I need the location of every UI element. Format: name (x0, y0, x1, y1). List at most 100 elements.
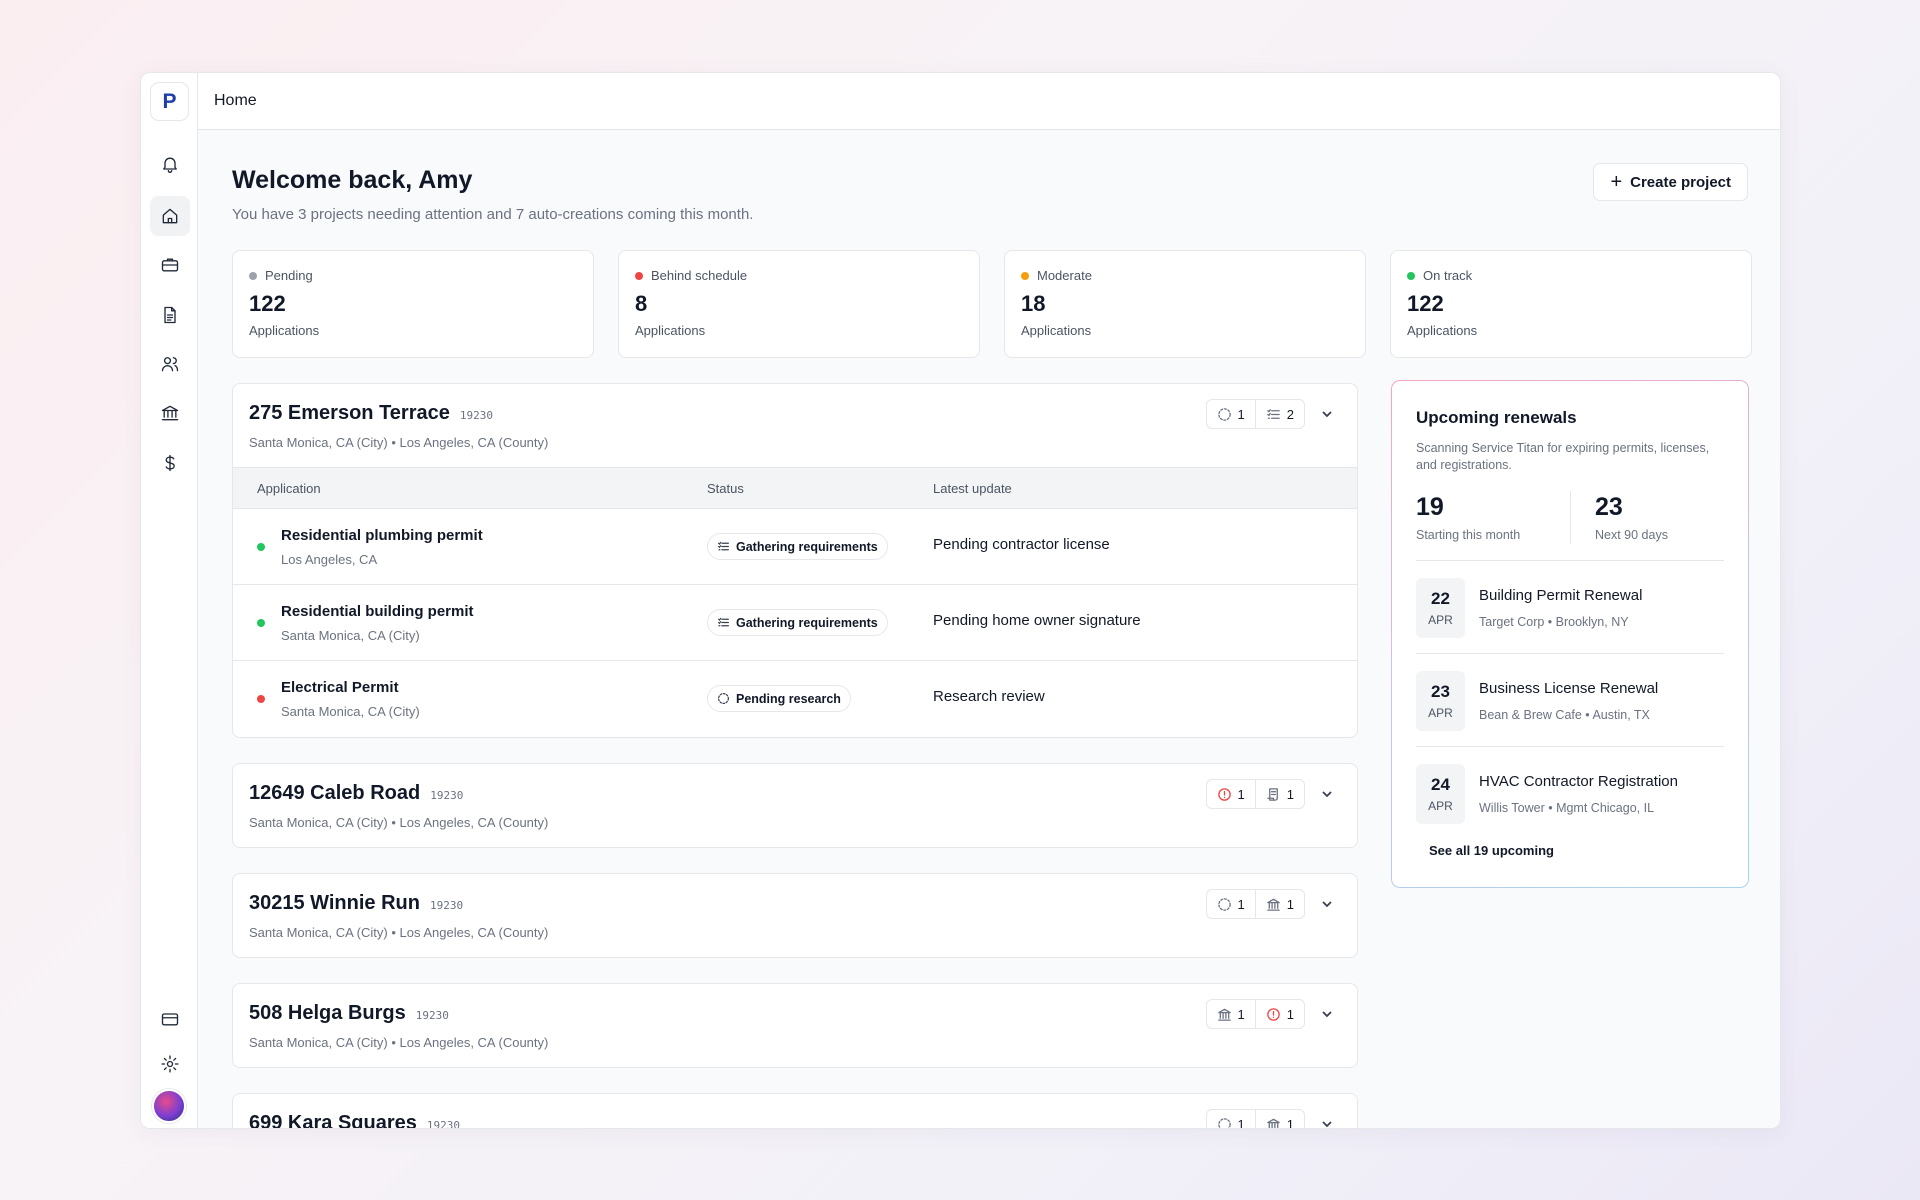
application-location: Los Angeles, CA (281, 552, 378, 567)
project-badge[interactable]: 1 (1207, 400, 1255, 428)
project-code: 19230 (459, 409, 493, 422)
table-row[interactable]: Residential plumbing permit Los Angeles, … (233, 509, 1357, 585)
home-icon[interactable] (150, 196, 190, 236)
divider (1416, 653, 1724, 654)
pending-circle-icon (1217, 407, 1231, 421)
divider (1570, 491, 1571, 544)
bank-icon (1266, 898, 1280, 911)
pending-circle-icon (1217, 897, 1231, 911)
project-badge[interactable]: 1 (1207, 1000, 1255, 1028)
renewal-item[interactable]: 22 APR Building Permit Renewal Target Corp … (1416, 578, 1724, 638)
project-location: Santa Monica, CA (City) • Los Angeles, C… (249, 1035, 549, 1050)
stat-value: 18 (1021, 291, 1046, 316)
column-header-status: Status (707, 481, 744, 496)
project-header[interactable]: 12649 Caleb Road 19230 Santa Monica, CA (C… (233, 764, 1357, 847)
project-location: Santa Monica, CA (City) • Los Angeles, C… (249, 815, 549, 830)
gear-icon[interactable] (150, 1044, 190, 1084)
project-badge[interactable]: 1 (1207, 780, 1255, 808)
status-badge: Gathering requirements (707, 609, 888, 636)
stat-label: Moderate (1021, 268, 1349, 283)
table-row[interactable]: Residential building permit Santa Monica,… (233, 585, 1357, 661)
application-location: Santa Monica, CA (City) (281, 628, 420, 643)
project-name: 699 Kara Squares (249, 1112, 417, 1129)
renewal-title: Business License Renewal (1479, 680, 1659, 697)
project-badge[interactable]: 1 (1254, 780, 1304, 808)
status-dot (257, 619, 265, 627)
chevron-down-icon[interactable] (1317, 784, 1337, 804)
stat-card[interactable]: Moderate 18 Applications (1004, 250, 1366, 358)
status-badge: Gathering requirements (707, 533, 888, 560)
project-badge[interactable]: 1 (1254, 890, 1304, 918)
dollar-icon[interactable] (150, 443, 190, 483)
renewals-description: Scanning Service Titan for expiring perm… (1416, 441, 1710, 472)
pending-circle-icon (1217, 1117, 1231, 1128)
stat-card[interactable]: Pending 122 Applications (232, 250, 594, 358)
checklist-icon (1266, 408, 1280, 419)
column-header-application: Application (257, 481, 321, 496)
project-header[interactable]: 699 Kara Squares 19230 1 1 (233, 1094, 1357, 1129)
app-window: P Home Welcome back, Amy You have 3 proj… (140, 72, 1781, 1129)
project-code: 19230 (429, 899, 464, 912)
bank-icon (1266, 1118, 1280, 1128)
renewal-item[interactable]: 23 APR Business License Renewal Bean & Brew… (1416, 671, 1724, 731)
stat-sub: Applications (1407, 323, 1478, 338)
project-badges: 11 (1205, 1109, 1305, 1128)
stat-sub: Applications (1021, 323, 1092, 338)
stat-label: Behind schedule (635, 268, 963, 283)
chevron-down-icon[interactable] (1317, 1114, 1337, 1128)
project-badge[interactable]: 1 (1207, 1110, 1255, 1128)
create-project-button[interactable]: + Create project (1593, 163, 1748, 201)
chevron-down-icon[interactable] (1317, 404, 1337, 424)
application-location: Santa Monica, CA (City) (281, 704, 420, 719)
project-card: 508 Helga Burgs 19230 Santa Monica, CA (Ci… (232, 983, 1358, 1068)
renewal-subtitle: Target Corp • Brooklyn, NY (1479, 615, 1629, 629)
renewal-item[interactable]: 24 APR HVAC Contractor Registration Willis … (1416, 764, 1724, 824)
project-badge[interactable]: 2 (1254, 400, 1304, 428)
chevron-down-icon[interactable] (1317, 894, 1337, 914)
application-name: Residential building permit (281, 603, 474, 620)
project-header[interactable]: 275 Emerson Terrace 19230 Santa Monica, CA… (233, 384, 1357, 467)
project-badge[interactable]: 1 (1207, 890, 1255, 918)
project-badge[interactable]: 1 (1254, 1000, 1304, 1028)
stat-value: 8 (635, 291, 648, 316)
alert-circle-icon (1266, 1007, 1280, 1021)
see-all-upcoming-link[interactable]: See all 19 upcoming (1429, 843, 1554, 858)
date-badge: 24 APR (1416, 764, 1465, 824)
sidebar: P (141, 73, 198, 1128)
renewal-title: HVAC Contractor Registration (1479, 773, 1678, 790)
latest-update: Pending contractor license (933, 536, 1110, 553)
application-name: Electrical Permit (281, 679, 399, 696)
project-card: 12649 Caleb Road 19230 Santa Monica, CA (C… (232, 763, 1358, 848)
project-badges: 11 (1205, 889, 1305, 919)
bell-icon[interactable] (150, 144, 190, 184)
document-icon[interactable] (150, 295, 190, 335)
stat-value: 122 (249, 291, 286, 316)
project-badge[interactable]: 1 (1254, 1110, 1304, 1128)
checklist-icon (718, 617, 729, 627)
table-row[interactable]: Electrical Permit Santa Monica, CA (City)… (233, 661, 1357, 737)
project-code: 19230 (430, 789, 464, 802)
date-badge: 23 APR (1416, 671, 1465, 731)
status-dot (1407, 271, 1415, 280)
breadcrumb: Home (214, 92, 257, 109)
project-name: 508 Helga Burgs (249, 1002, 406, 1024)
project-header[interactable]: 508 Helga Burgs 19230 Santa Monica, CA (Ci… (233, 984, 1357, 1067)
credit-card-icon[interactable] (150, 999, 190, 1039)
status-dot (257, 695, 265, 703)
renewal-subtitle: Bean & Brew Cafe • Austin, TX (1479, 708, 1650, 722)
upcoming-renewals-panel: Upcoming renewals Scanning Service Titan… (1391, 380, 1749, 888)
user-avatar[interactable] (152, 1089, 186, 1123)
app-logo[interactable]: P (150, 82, 189, 121)
page-title: Welcome back, Amy (232, 166, 473, 194)
renewals-stat-month: 19 Starting this month (1416, 493, 1521, 542)
status-dot (635, 271, 643, 280)
chevron-down-icon[interactable] (1317, 1004, 1337, 1024)
checklist-icon (718, 541, 729, 551)
briefcase-icon[interactable] (150, 245, 190, 285)
project-header[interactable]: 30215 Winnie Run 19230 Santa Monica, CA (C… (233, 874, 1357, 957)
users-icon[interactable] (150, 344, 190, 384)
table-header: Application Status Latest update (233, 467, 1357, 509)
stat-card[interactable]: Behind schedule 8 Applications (618, 250, 980, 358)
bank-icon[interactable] (150, 393, 190, 433)
stat-card[interactable]: On track 122 Applications (1390, 250, 1752, 358)
